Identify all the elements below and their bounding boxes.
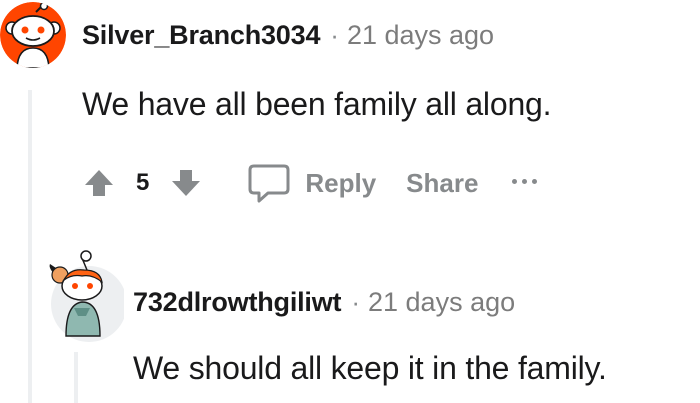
more-dot [532, 178, 538, 184]
more-dot [522, 178, 528, 184]
meta-separator: · [351, 287, 360, 317]
share-button[interactable]: Share [406, 168, 478, 199]
avatar[interactable] [42, 250, 127, 342]
more-options-button[interactable] [512, 171, 538, 191]
thread-line[interactable] [28, 90, 32, 403]
thread-line-reply[interactable] [74, 352, 78, 403]
timestamp[interactable]: 21 days ago [368, 287, 515, 318]
snoo-avatar-icon [0, 2, 66, 68]
snoo-avatar-icon [49, 250, 127, 342]
comment-bubble-icon [248, 164, 290, 203]
username[interactable]: Silver_Branch3034 [82, 20, 320, 51]
upvote-arrow-icon [85, 170, 113, 196]
avatar[interactable] [0, 2, 66, 68]
downvote-arrow-icon [172, 170, 201, 196]
downvote-button[interactable] [167, 164, 205, 202]
upvote-button[interactable] [80, 164, 118, 202]
comment-meta: Silver_Branch3034 · 21 days ago [82, 20, 494, 51]
comment-body-reply: We should all keep it in the family. [133, 350, 607, 386]
reply-label: Reply [305, 167, 377, 198]
reply-button[interactable]: Reply [247, 162, 376, 204]
comment-thread: Silver_Branch3034 · 21 days ago We have … [0, 0, 700, 403]
username[interactable]: 732dlrowthgiliwt [133, 287, 342, 318]
more-dots-icon [512, 178, 518, 184]
meta-separator: · [330, 20, 339, 50]
comment-meta-reply: 732dlrowthgiliwt · 21 days ago [133, 287, 515, 318]
comment-body: We have all been family all along. [82, 86, 552, 122]
vote-score: 5 [136, 169, 150, 196]
timestamp[interactable]: 21 days ago [347, 20, 494, 51]
comment-actions: 5 Reply Share [80, 158, 538, 208]
